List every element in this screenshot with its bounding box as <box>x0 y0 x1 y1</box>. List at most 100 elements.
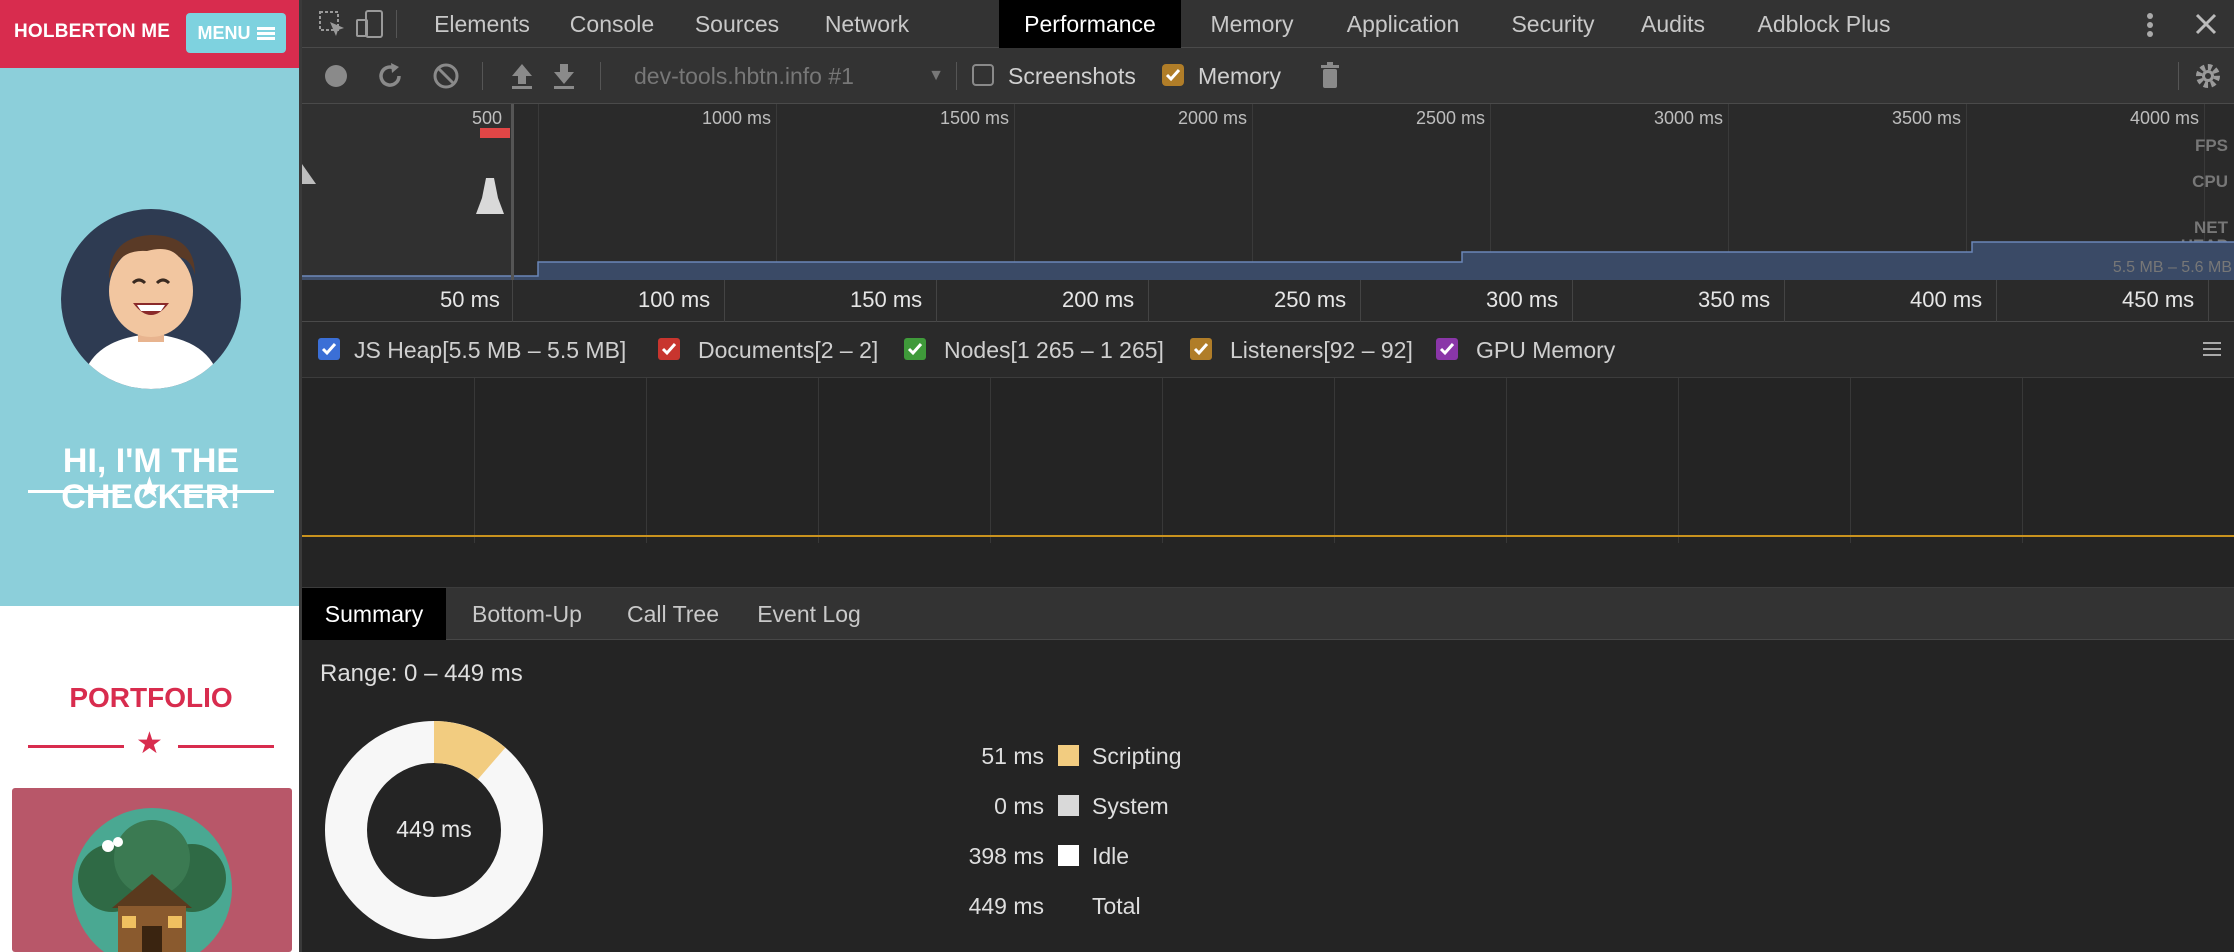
checkmark-icon <box>661 343 677 356</box>
graph-gridline <box>1678 378 1679 543</box>
nodes-checkbox[interactable] <box>904 338 926 360</box>
system-label: System <box>1092 793 1169 819</box>
clear-icon[interactable] <box>430 60 462 92</box>
tab-event-log[interactable]: Event Log <box>744 588 874 640</box>
graph-gridline <box>1850 378 1851 543</box>
device-toolbar-icon[interactable] <box>354 8 386 40</box>
js-heap-counter: JS Heap[5.5 MB – 5.5 MB] <box>354 337 627 363</box>
listeners-checkbox[interactable] <box>1190 338 1212 360</box>
tab-network[interactable]: Network <box>802 0 932 48</box>
screenshots-checkbox[interactable] <box>972 64 994 86</box>
total-value: 449 ms <box>968 893 1044 919</box>
scripting-value: 51 ms <box>981 743 1044 769</box>
toolbar-separator <box>600 62 601 90</box>
chevron-down-icon: ▼ <box>928 67 944 84</box>
website-viewport: HOLBERTON ME MENU HI, I'M THE CHECKER! ★ <box>0 0 302 952</box>
idle-value: 398 ms <box>968 843 1044 869</box>
ruler-tick: 350 ms <box>1698 287 1771 312</box>
tab-sources[interactable]: Sources <box>672 0 802 48</box>
site-brand[interactable]: HOLBERTON ME <box>14 21 170 43</box>
memory-graph[interactable] <box>302 378 2234 588</box>
graph-gridline <box>990 378 991 543</box>
tab-audits[interactable]: Audits <box>1620 0 1726 48</box>
screenshots-label[interactable]: Screenshots <box>1008 60 1136 92</box>
hamburger-icon[interactable] <box>2202 340 2222 358</box>
star-icon: ★ <box>136 472 163 505</box>
menu-label: MENU <box>197 22 251 43</box>
ruler-gridline <box>1784 280 1785 322</box>
record-icon[interactable] <box>320 60 352 92</box>
memory-checkbox[interactable] <box>1162 64 1184 86</box>
more-options-icon[interactable] <box>2142 10 2158 40</box>
checkmark-icon <box>1193 343 1209 356</box>
listeners-series-line <box>302 535 2234 537</box>
tab-adblock-plus[interactable]: Adblock Plus <box>1734 0 1914 48</box>
ruler-tick: 250 ms <box>1274 287 1347 312</box>
range-label: Range: 0 – 449 ms <box>320 660 523 687</box>
donut-total-label: 449 ms <box>396 816 472 842</box>
tab-bottom-up[interactable]: Bottom-Up <box>452 588 602 640</box>
tab-application[interactable]: Application <box>1320 0 1486 48</box>
summary-panel: Range: 0 – 449 ms 449 ms 51 ms Scripting… <box>302 640 2234 952</box>
tab-security[interactable]: Security <box>1490 0 1616 48</box>
toolbar-separator <box>2178 62 2179 90</box>
graph-gridline <box>1162 378 1163 543</box>
timeline-overview[interactable]: 500 1000 ms 1500 ms 2000 ms 2500 ms 3000… <box>302 104 2234 280</box>
ruler-tick: 400 ms <box>1910 287 1983 312</box>
tab-console[interactable]: Console <box>552 0 672 48</box>
js-heap-checkbox[interactable] <box>318 338 340 360</box>
devtools-panel: Elements Console Sources Network Perform… <box>302 0 2234 952</box>
details-tabbar: Summary Bottom-Up Call Tree Event Log <box>302 588 2234 640</box>
system-value: 0 ms <box>994 793 1044 819</box>
graph-gridline <box>646 378 647 543</box>
gpu-memory-checkbox[interactable] <box>1436 338 1458 360</box>
idle-label: Idle <box>1092 843 1130 869</box>
portfolio-title: PORTFOLIO <box>69 682 233 713</box>
cabin-illustration <box>72 808 232 952</box>
star-icon: ★ <box>136 727 163 760</box>
scripting-label: Scripting <box>1092 743 1182 769</box>
listeners-counter: Listeners[92 – 92] <box>1230 337 1413 363</box>
ruler-gridline <box>1572 280 1573 322</box>
total-label: Total <box>1092 893 1141 919</box>
graph-gridline <box>1506 378 1507 543</box>
menu-button[interactable]: MENU <box>186 13 286 53</box>
overview-graphs <box>302 128 2234 280</box>
inspect-element-icon[interactable] <box>316 8 348 40</box>
ruler-tick: 450 ms <box>2122 287 2195 312</box>
profile-select[interactable]: dev-tools.hbtn.info #1 ▼ <box>634 60 944 92</box>
graph-gridline <box>2022 378 2023 543</box>
idle-swatch <box>1058 845 1079 866</box>
ruler-tick: 150 ms <box>850 287 923 312</box>
tab-call-tree[interactable]: Call Tree <box>608 588 738 640</box>
scripting-swatch <box>1058 745 1079 766</box>
ruler-tick: 50 ms <box>440 287 500 312</box>
ruler-tick: 100 ms <box>638 287 711 312</box>
gear-icon[interactable] <box>2192 60 2224 92</box>
tab-summary[interactable]: Summary <box>302 588 446 640</box>
tab-performance[interactable]: Performance <box>999 0 1181 48</box>
documents-checkbox[interactable] <box>658 338 680 360</box>
load-profile-icon[interactable] <box>506 60 538 92</box>
memory-label[interactable]: Memory <box>1198 60 1281 92</box>
profile-select-value: dev-tools.hbtn.info #1 <box>634 63 854 89</box>
tab-memory[interactable]: Memory <box>1190 0 1314 48</box>
ruler-gridline <box>1360 280 1361 322</box>
checkmark-icon <box>1165 69 1181 82</box>
tab-separator <box>396 10 397 38</box>
close-icon[interactable] <box>2194 12 2218 36</box>
hero-section: HI, I'M THE CHECKER! ★ <box>0 68 299 606</box>
overview-selection-window[interactable] <box>302 104 514 280</box>
ruler-gridline <box>512 280 513 322</box>
ruler-tick: 300 ms <box>1486 287 1559 312</box>
checkmark-icon <box>1439 343 1455 356</box>
portfolio-card[interactable] <box>12 788 292 952</box>
portfolio-divider-right <box>178 745 274 748</box>
tab-elements[interactable]: Elements <box>412 0 552 48</box>
documents-counter: Documents[2 – 2] <box>698 337 879 363</box>
reload-record-icon[interactable] <box>374 60 406 92</box>
save-profile-icon[interactable] <box>548 60 580 92</box>
collect-garbage-icon[interactable] <box>1314 60 1346 92</box>
system-swatch <box>1058 795 1079 816</box>
toolbar-separator <box>956 62 957 90</box>
